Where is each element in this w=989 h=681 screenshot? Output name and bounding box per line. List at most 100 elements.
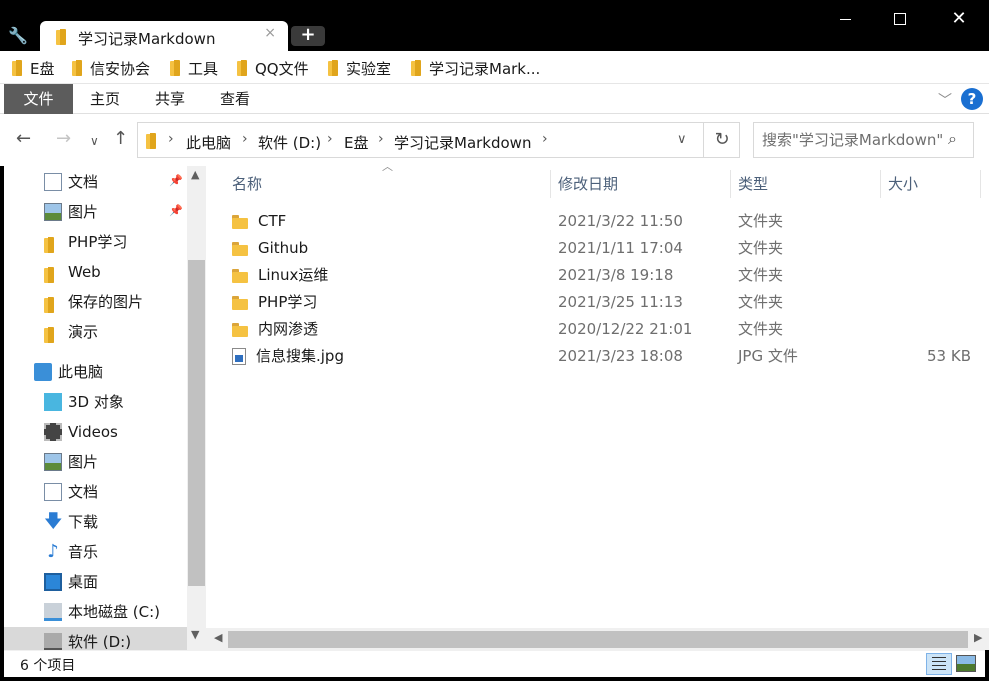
- file-size: [882, 316, 971, 343]
- bookmark-e-drive[interactable]: E盘: [12, 58, 54, 78]
- local-disk-icon: [44, 603, 62, 621]
- sidebar-item-documents[interactable]: 文档: [44, 167, 98, 197]
- folder-icon: [232, 214, 248, 229]
- tab-current[interactable]: 学习记录Markdown ×: [40, 21, 288, 51]
- back-arrow-icon[interactable]: ←: [16, 128, 31, 149]
- column-divider[interactable]: [730, 170, 731, 198]
- details-view-button[interactable]: [926, 653, 952, 675]
- bookmark-label: E盘: [30, 59, 55, 78]
- scrollbar-thumb[interactable]: [228, 631, 968, 648]
- bookmark-security-club[interactable]: 信安协会: [72, 58, 150, 78]
- search-input[interactable]: [762, 131, 942, 149]
- column-header-name[interactable]: 名称: [232, 166, 262, 202]
- breadcrumb-separator-icon[interactable]: ›: [378, 131, 384, 147]
- sidebar-item-videos[interactable]: Videos: [44, 417, 118, 447]
- pin-icon[interactable]: 📌: [169, 204, 183, 217]
- drive-icon: [44, 633, 62, 650]
- maximize-button[interactable]: [885, 6, 915, 32]
- sidebar-item-label: 音乐: [68, 543, 99, 561]
- bookmark-study-notes[interactable]: 学习记录Mark...: [411, 58, 540, 78]
- forward-arrow-icon[interactable]: →: [56, 128, 71, 149]
- sidebar-item-local-disk-c[interactable]: 本地磁盘 (C:): [44, 597, 160, 627]
- breadcrumb-separator-icon[interactable]: ›: [542, 131, 548, 147]
- sidebar-item-label: Videos: [68, 423, 118, 441]
- bookmark-tools[interactable]: 工具: [170, 58, 218, 78]
- help-icon[interactable]: ?: [961, 88, 983, 110]
- sidebar-scrollbar[interactable]: ▲ ▼: [187, 166, 206, 650]
- file-type: JPG 文件: [738, 347, 798, 365]
- horizontal-scrollbar[interactable]: ◀ ▶: [206, 628, 989, 650]
- tab-file[interactable]: 文件: [4, 84, 73, 114]
- scroll-right-icon[interactable]: ▶: [974, 631, 982, 644]
- table-row[interactable]: 内网渗透 2020/12/22 21:01 文件夹: [232, 316, 978, 343]
- column-header-size[interactable]: 大小: [888, 166, 918, 202]
- pin-icon[interactable]: 📌: [169, 174, 183, 187]
- new-tab-button[interactable]: +: [291, 26, 325, 46]
- large-icons-view-button[interactable]: [956, 655, 976, 672]
- column-divider[interactable]: [550, 170, 551, 198]
- file-name: 内网渗透: [258, 320, 319, 338]
- scroll-down-icon[interactable]: ▼: [191, 628, 199, 641]
- scroll-left-icon[interactable]: ◀: [214, 631, 222, 644]
- bookmark-qq-files[interactable]: QQ文件: [237, 58, 309, 78]
- sidebar-item-pictures[interactable]: 图片: [44, 197, 98, 227]
- file-date: 2021/3/23 18:08: [558, 347, 683, 365]
- table-row[interactable]: PHP学习 2021/3/25 11:13 文件夹: [232, 289, 978, 316]
- sidebar-item-saved-pictures[interactable]: 保存的图片: [44, 287, 143, 317]
- sidebar-item-label: 图片: [68, 453, 99, 471]
- file-type: 文件夹: [738, 266, 784, 284]
- column-divider[interactable]: [980, 170, 981, 198]
- breadcrumb-this-pc[interactable]: 此电脑: [186, 132, 231, 153]
- column-header-date[interactable]: 修改日期: [558, 166, 618, 202]
- sidebar-item-downloads[interactable]: 🡇 下载: [44, 507, 98, 537]
- sidebar-item-web[interactable]: Web: [44, 257, 101, 287]
- file-date: 2020/12/22 21:01: [558, 320, 693, 338]
- column-divider[interactable]: [880, 170, 881, 198]
- refresh-button[interactable]: ↻: [703, 123, 740, 157]
- sidebar-item-music[interactable]: ♪ 音乐: [44, 537, 98, 567]
- expand-ribbon-chevron-icon[interactable]: ﹀: [938, 90, 952, 110]
- sidebar-item-desktop[interactable]: 桌面: [44, 567, 98, 597]
- table-row[interactable]: 信息搜集.jpg 2021/3/23 18:08 JPG 文件 53 KB: [232, 343, 978, 370]
- file-name: 信息搜集.jpg: [256, 347, 344, 365]
- breadcrumb-separator-icon[interactable]: ›: [242, 131, 248, 147]
- sidebar-item-pictures-pc[interactable]: 图片: [44, 447, 98, 477]
- desktop-icon: [44, 573, 62, 591]
- sidebar-item-this-pc[interactable]: 此电脑: [34, 357, 103, 387]
- table-row[interactable]: Linux运维 2021/3/8 19:18 文件夹: [232, 262, 978, 289]
- sidebar-item-3d-objects[interactable]: 3D 对象: [44, 387, 124, 417]
- file-size: 53 KB: [927, 347, 971, 365]
- search-icon[interactable]: ⌕: [948, 129, 957, 149]
- breadcrumb-current-folder[interactable]: 学习记录Markdown: [394, 132, 531, 153]
- tab-share[interactable]: 共享: [155, 84, 185, 114]
- sidebar-item-presentation[interactable]: 演示: [44, 317, 98, 347]
- file-date: 2021/3/22 11:50: [558, 212, 683, 230]
- breadcrumb-drive-d[interactable]: 软件 (D:): [258, 132, 321, 153]
- table-row[interactable]: Github 2021/1/11 17:04 文件夹: [232, 235, 978, 262]
- column-header-type[interactable]: 类型: [738, 166, 768, 202]
- tab-close-icon[interactable]: ×: [264, 25, 276, 41]
- address-bar[interactable]: › 此电脑 › 软件 (D:) › E盘 › 学习记录Markdown › ∨ …: [137, 122, 740, 158]
- breadcrumb-separator-icon[interactable]: ›: [168, 131, 174, 147]
- tab-title: 学习记录Markdown: [78, 30, 216, 48]
- close-button[interactable]: ✕: [944, 6, 974, 32]
- sidebar-item-php[interactable]: PHP学习: [44, 227, 127, 257]
- status-bar: 6 个项目: [4, 650, 985, 677]
- search-box[interactable]: ⌕: [753, 122, 974, 158]
- recent-locations-chevron-icon[interactable]: ∨: [90, 134, 99, 148]
- scrollbar-thumb[interactable]: [188, 260, 205, 586]
- address-dropdown-icon[interactable]: ∨: [677, 132, 687, 147]
- tab-home[interactable]: 主页: [90, 84, 120, 114]
- table-row[interactable]: CTF 2021/3/22 11:50 文件夹: [232, 208, 978, 235]
- folder-icon: [72, 60, 82, 76]
- up-arrow-icon[interactable]: ↑: [113, 128, 128, 149]
- bookmark-lab[interactable]: 实验室: [328, 58, 391, 78]
- scroll-up-icon[interactable]: ▲: [191, 168, 199, 181]
- tab-view[interactable]: 查看: [220, 84, 250, 114]
- wrench-icon[interactable]: 🔧: [8, 26, 28, 46]
- breadcrumb-separator-icon[interactable]: ›: [327, 131, 333, 147]
- sidebar-item-documents-pc[interactable]: 文档: [44, 477, 98, 507]
- minimize-button[interactable]: [830, 6, 860, 32]
- sidebar-item-drive-d[interactable]: 软件 (D:): [4, 627, 187, 650]
- breadcrumb-e-drive[interactable]: E盘: [344, 132, 368, 153]
